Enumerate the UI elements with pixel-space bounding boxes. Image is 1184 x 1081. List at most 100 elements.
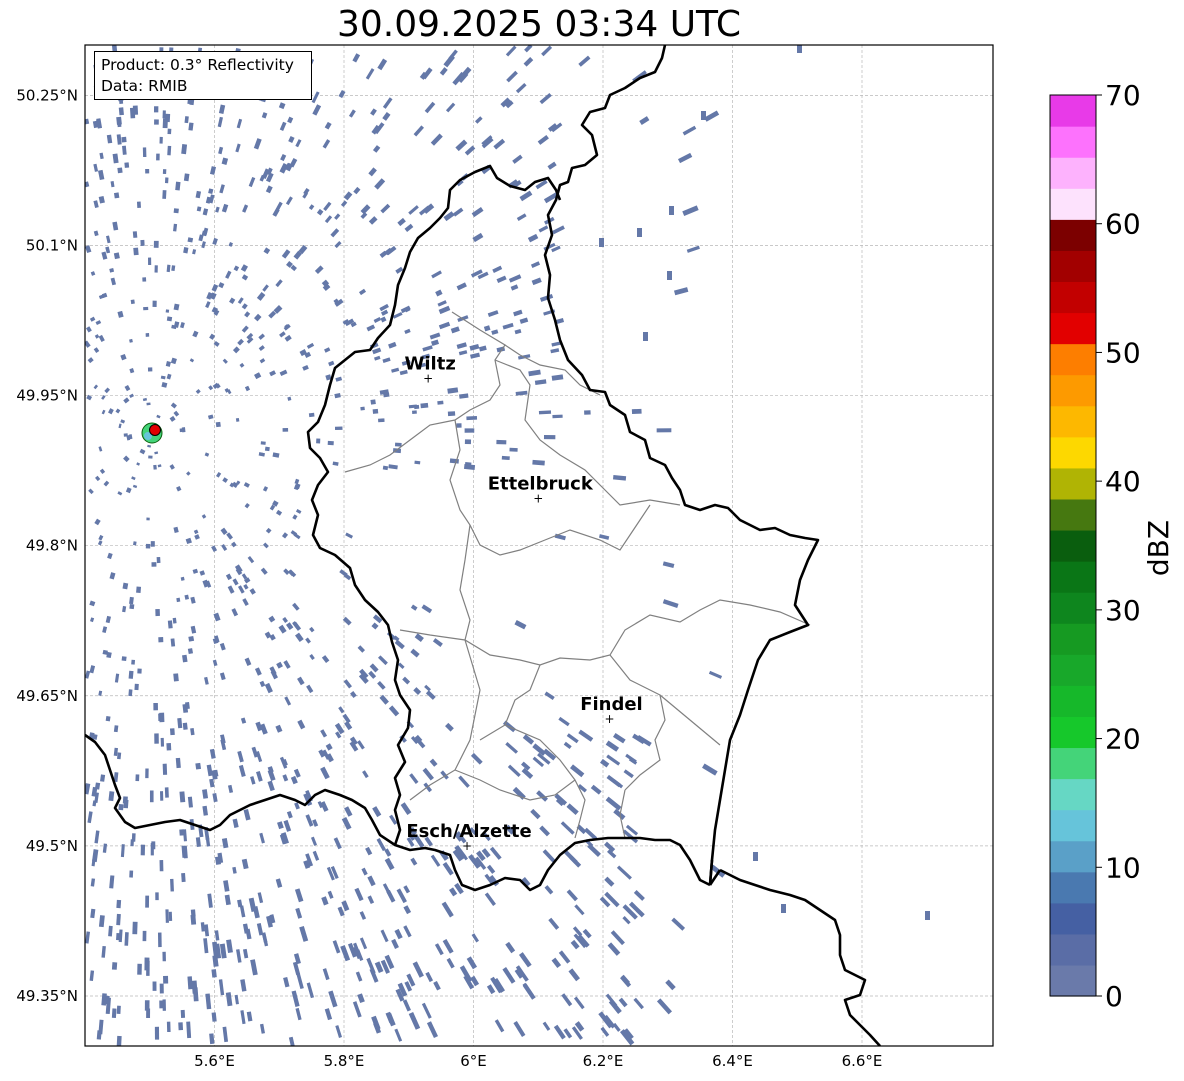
echo-cell <box>538 410 552 415</box>
colorbar: 0 10 20 30 40 50 60 70 dBZ <box>1049 79 1175 1013</box>
echo-cell <box>162 763 168 775</box>
product-text: Product: 0.3° Reflectivity <box>101 56 294 74</box>
city-label: Ettelbruck <box>488 474 594 495</box>
echo-cell <box>437 400 444 405</box>
echo-cell <box>116 899 122 909</box>
colorbar-swatch <box>1050 871 1096 904</box>
echo-cell <box>360 406 365 411</box>
echo-cell <box>148 455 153 459</box>
lon-tick-label: 6.4°E <box>712 1052 753 1070</box>
colorbar-swatch <box>1050 933 1096 966</box>
echo-cell <box>178 1022 184 1031</box>
echo-cell <box>137 963 142 975</box>
echo-cell <box>129 604 135 610</box>
colorbar-tick-label: 60 <box>1105 208 1141 241</box>
lon-tick-label: 6.2°E <box>583 1052 624 1070</box>
colorbar-tick-label: 10 <box>1105 851 1141 884</box>
echo-cell <box>153 240 159 248</box>
echo-cell <box>552 414 563 419</box>
echo-cell <box>179 428 183 433</box>
colorbar-swatch <box>1050 623 1096 655</box>
echo-cell <box>146 517 150 521</box>
echo-cell <box>414 404 420 410</box>
echo-cell <box>382 465 389 471</box>
colorbar-swatch <box>1050 902 1096 935</box>
echo-cell <box>316 438 321 444</box>
colorbar-swatch <box>1050 685 1096 717</box>
colorbar-tick-label: 30 <box>1105 594 1141 627</box>
echo-cell <box>146 402 151 406</box>
echo-cell <box>394 442 402 447</box>
echo-cell <box>466 416 478 421</box>
echo-cell <box>142 147 147 158</box>
echo-cell <box>123 433 128 437</box>
echo-cell <box>599 238 604 247</box>
echo-cell <box>183 173 190 182</box>
colorbar-tick-label: 70 <box>1105 79 1141 112</box>
echo-cell <box>145 333 150 337</box>
echo-cell <box>187 976 193 990</box>
colorbar-swatch <box>1050 498 1096 531</box>
echo-cell <box>167 620 173 629</box>
echo-cell <box>132 105 139 115</box>
echo-cell <box>925 911 930 920</box>
echo-cell <box>162 951 166 962</box>
echo-cell <box>162 110 166 119</box>
echo-cell <box>111 1008 117 1018</box>
echo-cell <box>157 932 162 948</box>
colorbar-swatch <box>1050 126 1096 158</box>
lat-tick-label: 49.65°N <box>16 687 78 705</box>
echo-cell <box>143 306 149 311</box>
echo-cell <box>130 299 135 305</box>
colorbar-swatch <box>1050 964 1096 997</box>
echo-cell <box>169 728 175 736</box>
echo-cell <box>166 1021 171 1033</box>
colorbar-tick-label: 20 <box>1105 723 1141 756</box>
echo-cell <box>129 870 134 878</box>
echo-cell <box>282 428 289 432</box>
colorbar-swatch <box>1050 312 1096 345</box>
echo-cell <box>146 960 150 976</box>
echo-cell <box>501 455 510 461</box>
echo-cell <box>144 1000 150 1011</box>
echo-cell <box>132 921 138 935</box>
echo-cell <box>543 435 556 440</box>
echo-cell <box>456 423 462 428</box>
echo-cell <box>142 277 147 282</box>
lon-tick-label: 5.8°E <box>324 1052 365 1070</box>
colorbar-swatch <box>1050 157 1096 189</box>
echo-cell <box>182 722 188 730</box>
echo-cell <box>133 541 137 546</box>
echo-cell <box>701 111 706 120</box>
echo-cell <box>175 181 181 191</box>
echo-cell <box>116 116 122 125</box>
echo-cell <box>532 459 545 466</box>
echo-cell <box>334 426 343 431</box>
echo-cell <box>150 541 155 547</box>
colorbar-swatch <box>1050 840 1096 873</box>
echo-cell <box>152 981 157 991</box>
echo-cell <box>187 648 194 655</box>
echo-cell <box>152 300 157 307</box>
echo-cell <box>175 757 181 769</box>
echo-cell <box>187 237 194 243</box>
echo-cell <box>170 638 176 647</box>
colorbar-swatch <box>1050 809 1096 842</box>
colorbar-tick-label: 50 <box>1105 336 1141 369</box>
echo-cell <box>260 441 266 445</box>
echo-cell <box>159 859 164 872</box>
lon-tick-label: 6°E <box>460 1052 487 1070</box>
echo-cell <box>464 439 472 445</box>
echo-cell <box>188 635 195 642</box>
lat-tick-label: 49.95°N <box>16 387 78 405</box>
echo-cell <box>123 799 129 809</box>
echo-cell <box>173 208 179 214</box>
echo-cell <box>173 673 179 682</box>
echo-cell <box>153 464 157 470</box>
echo-cell <box>781 904 786 913</box>
echo-cell <box>159 983 164 994</box>
echo-cell <box>215 421 221 428</box>
echo-cell <box>134 683 139 691</box>
echo-cell <box>151 562 157 567</box>
colorbar-swatch <box>1050 716 1096 749</box>
